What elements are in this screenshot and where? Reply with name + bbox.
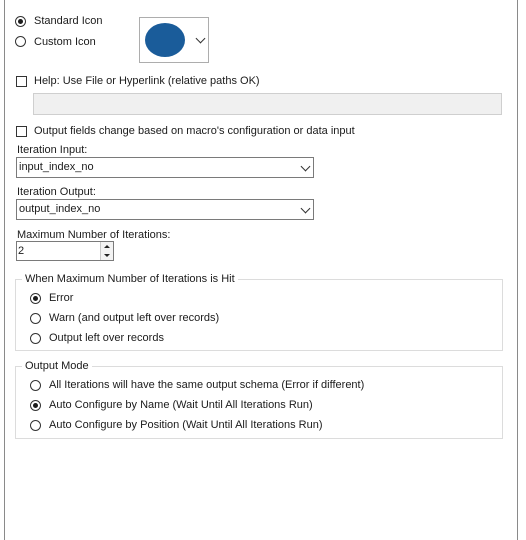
output-fields-checkbox[interactable] — [16, 126, 27, 137]
custom-icon-radio[interactable] — [15, 36, 26, 47]
output-mode-option-label: Auto Configure by Position (Wait Until A… — [49, 419, 323, 431]
max-hit-option-label: Error — [49, 292, 74, 304]
max-hit-option-label: Output left over records — [49, 332, 164, 344]
icon-picker-dropdown[interactable] — [139, 17, 209, 63]
max-iterations-spinner[interactable]: 2 — [16, 241, 114, 261]
max-hit-error-radio[interactable] — [30, 293, 41, 304]
max-hit-option-label: Warn (and output left over records) — [49, 312, 220, 324]
iteration-output-value: output_index_no — [19, 203, 101, 215]
macro-icon-preview — [145, 23, 185, 57]
chevron-down-icon — [300, 203, 311, 214]
spin-down-button[interactable] — [100, 251, 113, 260]
output-fields-label: Output fields change based on macro's co… — [34, 125, 355, 137]
help-path-input[interactable] — [33, 93, 502, 115]
output-mode-same-schema-radio[interactable] — [30, 380, 41, 391]
chevron-down-icon — [300, 161, 311, 172]
help-checkbox[interactable] — [16, 76, 27, 87]
custom-icon-label: Custom Icon — [34, 36, 96, 48]
spin-up-button[interactable] — [100, 242, 113, 251]
arrow-down-icon — [104, 254, 110, 257]
standard-icon-radio[interactable] — [15, 16, 26, 27]
iteration-input-select[interactable]: input_index_no — [16, 157, 314, 178]
help-label: Help: Use File or Hyperlink (relative pa… — [34, 75, 260, 87]
chevron-down-icon — [195, 33, 206, 44]
output-mode-by-position-radio[interactable] — [30, 420, 41, 431]
iteration-output-select[interactable]: output_index_no — [16, 199, 314, 220]
iteration-input-label: Iteration Input: — [17, 144, 88, 156]
output-mode-legend: Output Mode — [22, 360, 92, 373]
output-mode-option-label: Auto Configure by Name (Wait Until All I… — [49, 399, 313, 411]
iteration-input-value: input_index_no — [19, 161, 94, 173]
arrow-up-icon — [104, 245, 110, 248]
standard-icon-label: Standard Icon — [34, 15, 103, 27]
iteration-output-label: Iteration Output: — [17, 186, 96, 198]
max-iterations-value: 2 — [18, 245, 25, 257]
output-mode-by-name-radio[interactable] — [30, 400, 41, 411]
max-hit-warn-radio[interactable] — [30, 313, 41, 324]
output-mode-option-label: All Iterations will have the same output… — [49, 379, 365, 391]
max-hit-output-radio[interactable] — [30, 333, 41, 344]
max-hit-legend: When Maximum Number of Iterations is Hit — [22, 273, 238, 286]
